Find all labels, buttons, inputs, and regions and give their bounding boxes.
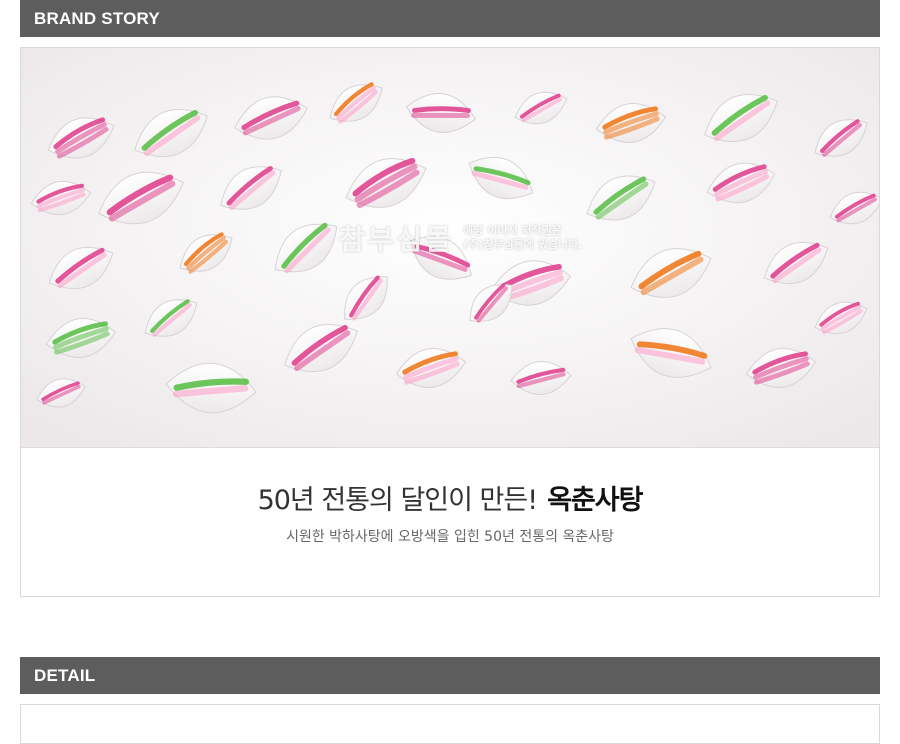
detail-header: DETAIL	[20, 657, 880, 694]
detail-card	[20, 704, 880, 744]
brand-story-card: 참부심몰 해당 이미지 저작권은 (주)참부심몰에 있습니다. 50년 전통의 달…	[20, 47, 880, 597]
product-name: 옥춘사탕	[547, 485, 643, 516]
brand-subtitle: 시원한 박하사탕에 오방색을 입힌 50년 전통의 옥춘사탕	[286, 529, 614, 545]
brand-story-header: BRAND STORY	[20, 0, 880, 37]
headline-text: 50년 전통의 달인이 만든!	[257, 485, 538, 516]
candy-photo: 참부심몰 해당 이미지 저작권은 (주)참부심몰에 있습니다.	[21, 48, 879, 448]
photo-watermark: 참부심몰 해당 이미지 저작권은 (주)참부심몰에 있습니다.	[339, 223, 583, 256]
brand-headline: 50년 전통의 달인이 만든! 옥춘사탕	[21, 478, 879, 517]
